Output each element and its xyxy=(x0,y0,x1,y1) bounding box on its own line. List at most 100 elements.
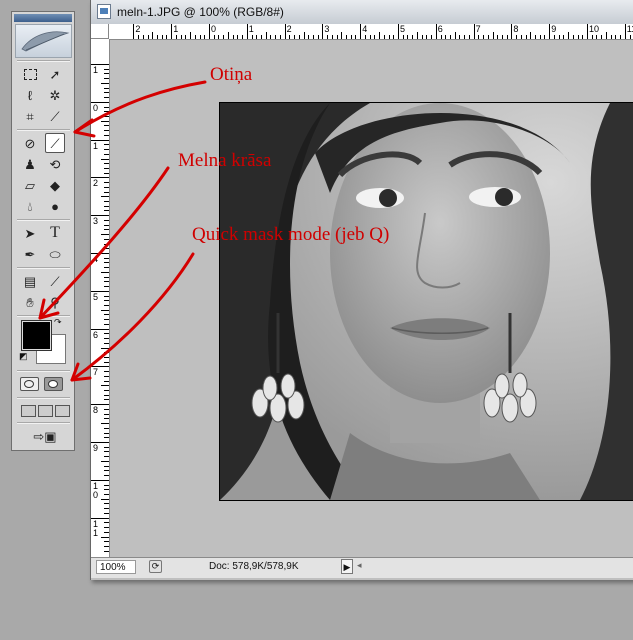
ruler-minor-tick xyxy=(101,460,109,462)
ruler-minor-tick xyxy=(104,111,109,113)
shape-icon[interactable]: ⬭ xyxy=(45,244,65,264)
ruler-minor-tick xyxy=(104,106,109,108)
ruler-minor-tick xyxy=(279,35,281,39)
standard-screen-mode-button[interactable] xyxy=(21,405,36,417)
ruler-minor-tick xyxy=(104,219,109,221)
ruler-minor-tick xyxy=(104,276,109,278)
path-selection-icon[interactable]: ➤ xyxy=(20,223,40,243)
ruler-minor-tick xyxy=(104,541,109,543)
ruler-minor-tick xyxy=(104,210,109,212)
ruler-minor-tick xyxy=(563,35,565,39)
ruler-minor-tick xyxy=(104,408,109,410)
ruler-minor-tick xyxy=(104,144,109,146)
document-title-bar[interactable]: meln-1.JPG @ 100% (RGB/8#) xyxy=(91,0,633,25)
ruler-minor-tick xyxy=(101,347,109,349)
slice-icon[interactable]: ⟋ xyxy=(45,106,65,126)
ruler-label: 0 xyxy=(211,24,217,34)
move-icon[interactable]: ➚ xyxy=(45,64,65,84)
annotation-brush: Otiņa xyxy=(210,64,253,85)
ruler-minor-tick xyxy=(227,32,229,39)
horizontal-ruler[interactable]: 2101234567891011 xyxy=(109,24,633,40)
full-screen-menu-mode-button[interactable] xyxy=(38,405,53,417)
ruler-minor-tick xyxy=(412,35,414,39)
ruler-minor-tick xyxy=(369,35,371,39)
default-colors-icon[interactable]: ◩ xyxy=(19,351,28,362)
dodge-icon[interactable]: ● xyxy=(45,196,65,216)
ruler-minor-tick xyxy=(572,35,574,39)
document-icon xyxy=(97,4,111,19)
ruler-label: 1 xyxy=(248,24,254,34)
ruler-minor-tick xyxy=(213,35,215,39)
quick-mask-mode-button[interactable] xyxy=(44,377,63,391)
ruler-label: 1 xyxy=(93,65,99,75)
zoom-level-field[interactable]: 100% xyxy=(96,560,136,574)
photoshop-feather-logo[interactable] xyxy=(15,24,72,58)
document-window: meln-1.JPG @ 100% (RGB/8#) 2101234567891… xyxy=(90,0,633,580)
jump-to-imageready-icon[interactable]: ⇨▣ xyxy=(33,426,57,446)
ruler-minor-tick xyxy=(104,527,109,529)
zoom-icon[interactable]: ⚲ xyxy=(45,292,65,312)
ruler-minor-tick xyxy=(104,295,109,297)
ruler-origin[interactable] xyxy=(91,24,109,39)
hand-icon[interactable]: ✋︎ xyxy=(20,292,40,312)
crop-icon[interactable]: ⌗ xyxy=(20,106,40,126)
ruler-tick xyxy=(549,24,551,39)
eraser-icon[interactable]: ▱ xyxy=(20,175,40,195)
ruler-label: 8 xyxy=(513,24,519,34)
ruler-minor-tick xyxy=(568,32,570,39)
history-brush-icon[interactable]: ⟲ xyxy=(45,154,65,174)
ruler-label: 0 xyxy=(93,102,99,113)
ruler-minor-tick xyxy=(104,153,109,155)
ruler-minor-tick xyxy=(383,35,385,39)
portrait-photo[interactable] xyxy=(219,102,633,501)
ruler-minor-tick xyxy=(101,536,109,538)
ruler-minor-tick xyxy=(104,172,109,174)
ruler-minor-tick xyxy=(104,371,109,373)
paint-bucket-icon[interactable]: ◆ xyxy=(45,175,65,195)
ruler-minor-tick xyxy=(199,35,201,39)
ruler-minor-tick xyxy=(407,35,409,39)
healing-brush-icon[interactable]: ⊘ xyxy=(20,133,40,153)
ruler-tick xyxy=(171,24,173,39)
ruler-tick xyxy=(624,24,626,39)
status-menu-arrow-icon[interactable]: ▶ xyxy=(341,559,353,574)
standard-mode-button[interactable] xyxy=(20,377,39,391)
scroll-left-icon[interactable]: ◂ xyxy=(357,560,362,571)
ruler-minor-tick xyxy=(535,35,537,39)
canvas-area[interactable] xyxy=(110,40,633,557)
ruler-minor-tick xyxy=(393,35,395,39)
eyedropper-icon[interactable]: ⟋ xyxy=(45,271,65,291)
ruler-minor-tick xyxy=(374,35,376,39)
full-screen-mode-button[interactable] xyxy=(55,405,70,417)
ruler-minor-tick xyxy=(101,385,109,387)
clone-stamp-icon[interactable]: ♟ xyxy=(20,154,40,174)
ruler-minor-tick xyxy=(104,413,109,415)
ruler-minor-tick xyxy=(104,475,109,477)
ruler-minor-tick xyxy=(104,229,109,231)
ruler-tick xyxy=(473,24,475,39)
brush-icon[interactable]: ⟋ xyxy=(45,133,65,153)
ruler-minor-tick xyxy=(180,35,182,39)
magic-wand-icon[interactable]: ✲ xyxy=(45,85,65,105)
swap-colors-icon[interactable]: ↷ xyxy=(54,317,62,328)
ruler-label: 2 xyxy=(286,24,292,34)
ruler-minor-tick xyxy=(147,35,149,39)
pen-icon[interactable]: ✒ xyxy=(20,244,40,264)
ruler-minor-tick xyxy=(454,32,456,39)
notes-icon[interactable]: ▤ xyxy=(20,271,40,291)
marquee-icon[interactable] xyxy=(20,64,40,84)
foreground-color-swatch[interactable] xyxy=(22,321,51,350)
blur-icon[interactable]: 💧︎ xyxy=(20,196,40,216)
palette-title-bar[interactable] xyxy=(14,14,72,22)
ruler-minor-tick xyxy=(101,196,109,198)
vertical-ruler[interactable]: 101234567891 01 1 xyxy=(91,39,110,557)
status-options-icon[interactable]: ⟳ xyxy=(149,560,162,573)
ruler-minor-tick xyxy=(577,35,579,39)
ruler-minor-tick xyxy=(218,35,220,39)
ruler-minor-tick xyxy=(104,399,109,401)
ruler-label: 1 xyxy=(93,140,99,151)
type-icon[interactable]: T xyxy=(45,223,65,243)
lasso-icon[interactable]: ℓ xyxy=(20,85,40,105)
ruler-minor-tick xyxy=(601,35,603,39)
ruler-label: 4 xyxy=(93,254,99,264)
